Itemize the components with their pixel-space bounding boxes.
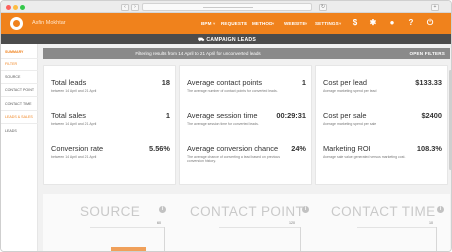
axis-line [436, 227, 437, 251]
metric-value: 00:29:31 [276, 111, 306, 120]
nav-caret-icon: ▾ [272, 21, 275, 26]
divider [1, 58, 38, 59]
axis-line [300, 227, 301, 251]
sidebar: SUMMARY FILTER SOURCE CONTACT POINT CONT… [1, 44, 38, 251]
metric-description: The average number of contact points for… [187, 89, 278, 93]
contact-time-chart [357, 227, 437, 251]
nav-caret-icon: ▾ [305, 21, 308, 26]
cost-card: Cost per lead $133.33 Average marketing … [315, 65, 448, 185]
nav-website[interactable]: WEBSITE [284, 21, 306, 26]
campaign-bar: ⛟ CAMPAIGN LEADS [1, 34, 451, 44]
back-icon[interactable]: ‹ [121, 3, 129, 11]
power-icon[interactable]: ⏻ [425, 18, 435, 28]
section-title-contact-point: CONTACT POINT [190, 204, 305, 219]
metric-description: between 14 April and 21 April [51, 122, 97, 126]
nav-caret-icon: ▾ [213, 21, 216, 26]
app-window: ‹ › ↻ + Asfin Mokhtar BPM ▾ REQUESTS ▾ M… [0, 0, 452, 252]
divider [1, 83, 38, 84]
divider [1, 110, 38, 111]
tabs-icon[interactable]: + [431, 3, 439, 11]
user-icon[interactable]: ● [387, 18, 397, 28]
metric-label: Cost per sale [323, 111, 367, 120]
sidebar-item-leads-sales[interactable]: LEADS & SALES [5, 115, 33, 119]
info-icon[interactable]: i [302, 206, 309, 213]
forward-icon[interactable]: › [131, 3, 139, 11]
filter-bar: Filtering results from 14 April to 21 Ap… [43, 48, 450, 59]
help-icon[interactable]: ? [406, 18, 416, 28]
divider [1, 96, 38, 97]
section-title-source: SOURCE [80, 204, 141, 219]
maximize-window-icon[interactable] [20, 4, 25, 10]
user-name: Asfin Mokhtar [32, 20, 66, 26]
metric-description: The average chance of converting a lead … [187, 155, 281, 164]
cart-icon: ⛟ [197, 36, 205, 43]
filter-summary: Filtering results from 14 April to 21 Ap… [135, 51, 261, 56]
nav-caret-icon: ▾ [339, 21, 342, 26]
sidebar-item-contact-time[interactable]: CONTACT TIME [5, 102, 32, 106]
axis-tick-label: 10 [429, 221, 433, 225]
app-logo-icon[interactable] [10, 17, 23, 30]
divider [1, 70, 38, 71]
engagement-card: Average contact points 1 The average num… [179, 65, 312, 185]
gear-icon[interactable]: ✱ [368, 18, 378, 28]
nav-method[interactable]: METHOD [252, 21, 273, 26]
metric-label: Conversion rate [51, 144, 104, 153]
metric-value: $2400 [421, 111, 442, 120]
metric-description: The average session time for converted l… [187, 122, 259, 126]
sidebar-item-summary[interactable]: SUMMARY [5, 50, 23, 54]
campaign-title-text: CAMPAIGN LEADS [206, 36, 257, 43]
divider [1, 123, 38, 124]
app-header: Asfin Mokhtar BPM ▾ REQUESTS ▾ METHOD ▾ … [1, 13, 451, 34]
metric-value: $133.33 [415, 78, 442, 87]
metric-value: 24% [291, 144, 306, 153]
metric-value: 18 [161, 78, 170, 87]
close-window-icon[interactable] [6, 4, 11, 10]
metric-label: Total sales [51, 111, 86, 120]
section-title-contact-time: CONTACT TIME [331, 204, 436, 219]
sidebar-item-contact-point[interactable]: CONTACT POINT [5, 88, 34, 92]
metric-description: Average marketing spend per lead [323, 89, 377, 93]
campaign-title: ⛟ CAMPAIGN LEADS [1, 36, 451, 44]
metric-value: 5.56% [149, 144, 170, 153]
metric-description: between 14 April and 21 April [51, 89, 97, 93]
metric-value: 1 [165, 111, 170, 120]
open-filters-button[interactable]: OPEN FILTERS [410, 51, 446, 56]
metric-label: Average contact points [187, 78, 263, 87]
sidebar-item-leads[interactable]: LEADS [5, 129, 17, 133]
axis-tick-label: 60 [157, 221, 161, 225]
axis-line [164, 227, 165, 251]
metric-label: Average conversion chance [187, 144, 279, 153]
metric-label: Marketing ROI [323, 144, 371, 153]
browser-toolbar: ‹ › ↻ + [1, 1, 451, 13]
info-icon[interactable]: i [159, 206, 166, 213]
sidebar-item-source[interactable]: SOURCE [5, 75, 20, 79]
reload-icon[interactable]: ↻ [319, 3, 327, 11]
metric-description: Average marketing spend per sale [323, 122, 377, 126]
address-bar[interactable] [142, 3, 312, 11]
metric-value: 1 [301, 78, 306, 87]
metric-description: between 14 April and 21 April [51, 155, 97, 159]
nav-bpm[interactable]: BPM [201, 21, 212, 26]
info-icon[interactable]: i [437, 206, 444, 213]
axis-tick-label: 120 [289, 221, 295, 225]
dollar-icon[interactable]: $ [350, 18, 360, 28]
nav-settings[interactable]: SETTINGS [315, 21, 339, 26]
contact-point-chart [219, 227, 301, 251]
metric-label: Cost per lead [323, 78, 367, 87]
sidebar-item-filter[interactable]: FILTER [5, 62, 17, 66]
minimize-window-icon[interactable] [13, 4, 18, 10]
summary-card: Total leads 18 between 14 April and 21 A… [43, 65, 176, 185]
chart-bar [111, 247, 146, 251]
metric-label: Average session time [187, 111, 258, 120]
charts-section: SOURCE i 60 CONTACT POINT i 120 CONTACT … [43, 194, 450, 251]
nav-caret-icon: ▾ [244, 21, 247, 26]
metric-description: Average sale value generated versus mark… [323, 155, 406, 159]
metric-label: Total leads [51, 78, 87, 87]
metric-value: 108.3% [416, 144, 442, 153]
main-content: Filtering results from 14 April to 21 Ap… [38, 44, 451, 251]
